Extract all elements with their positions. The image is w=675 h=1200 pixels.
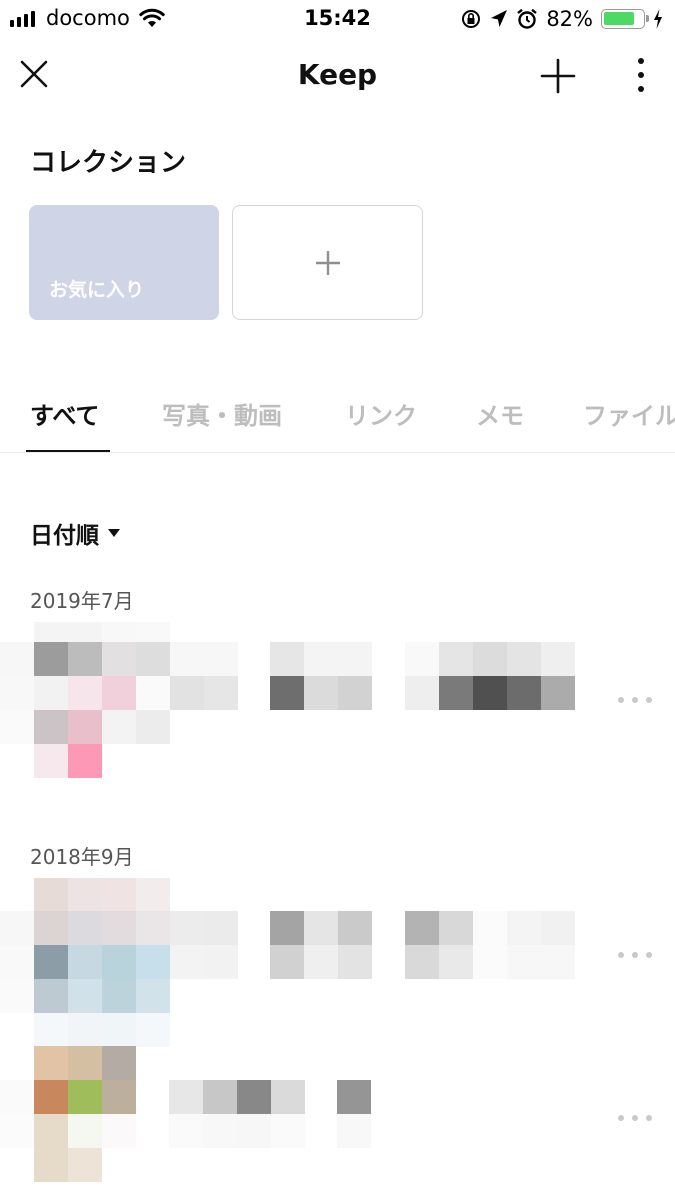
more-horizontal-icon[interactable] [618, 1113, 652, 1123]
list-item[interactable] [0, 622, 600, 782]
add-collection-button[interactable] [232, 205, 423, 320]
battery-icon [601, 9, 649, 29]
plus-icon [316, 251, 340, 275]
charging-icon [654, 9, 662, 29]
sort-label: 日付順 [30, 523, 99, 549]
tab-links[interactable]: リンク [345, 396, 417, 431]
collection-card-favorites[interactable]: お気に入り [29, 205, 219, 320]
battery-percent: 82% [546, 7, 593, 31]
collection-card-label: お気に入り [49, 279, 145, 301]
more-horizontal-icon[interactable] [618, 695, 652, 705]
collections-title: コレクション [30, 148, 187, 178]
location-icon [491, 10, 508, 27]
tab-all[interactable]: すべて [30, 396, 99, 431]
add-icon[interactable] [536, 54, 580, 98]
tab-files[interactable]: ファイル [583, 396, 675, 431]
list-item[interactable] [0, 878, 600, 1048]
alarm-icon [517, 8, 538, 29]
more-vertical-icon[interactable] [626, 54, 656, 98]
tab-photos-videos[interactable]: 写真・動画 [162, 396, 282, 431]
date-header: 2018年9月 [30, 845, 134, 869]
tab-bar: すべて 写真・動画 リンク メモ ファイル [0, 380, 675, 453]
caret-down-icon [108, 529, 120, 537]
status-bar: docomo 15:42 82% [0, 0, 675, 40]
sort-dropdown[interactable]: 日付順 [30, 516, 121, 550]
app-header: Keep [0, 40, 675, 112]
more-horizontal-icon[interactable] [618, 950, 652, 960]
tab-memos[interactable]: メモ [476, 396, 524, 431]
active-tab-indicator [26, 450, 110, 452]
list-item[interactable] [0, 1046, 600, 1186]
rotation-lock-icon [462, 10, 481, 28]
date-header: 2019年7月 [30, 589, 134, 613]
